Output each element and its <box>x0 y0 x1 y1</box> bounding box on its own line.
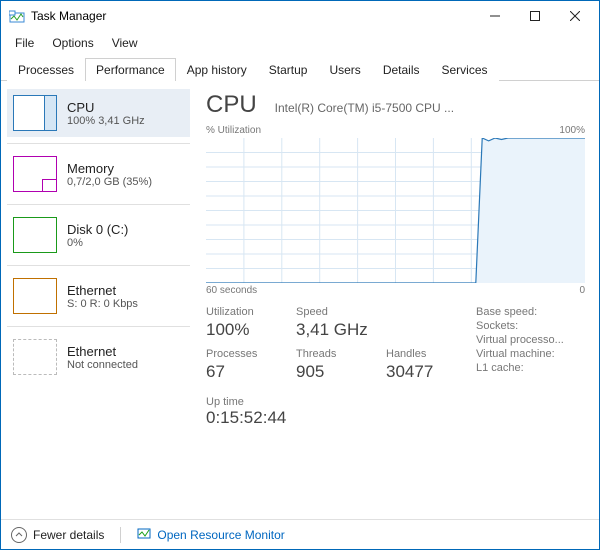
chevron-up-icon <box>11 527 27 543</box>
speed-label: Speed <box>296 306 386 318</box>
threads-label: Threads <box>296 348 386 360</box>
eth2-tile-sub: Not connected <box>67 359 138 371</box>
menu-options[interactable]: Options <box>44 33 101 53</box>
ethernet1-thumb-icon <box>13 278 57 314</box>
chart-label-60s: 60 seconds <box>206 285 257 296</box>
divider <box>7 143 190 144</box>
virtual-proc-label: Virtual processo... <box>476 334 585 346</box>
tab-performance[interactable]: Performance <box>85 58 176 81</box>
cpu-utilization-chart <box>206 138 585 283</box>
fewer-details-label: Fewer details <box>33 528 104 542</box>
sidebar-item-memory[interactable]: Memory 0,7/2,0 GB (35%) <box>7 150 190 198</box>
divider <box>120 527 121 543</box>
chart-top-labels: % Utilization 100% <box>206 125 585 136</box>
monitor-icon <box>137 526 151 543</box>
processes-value: 67 <box>206 362 296 382</box>
eth2-tile-text: Ethernet Not connected <box>67 344 138 371</box>
sidebar-item-ethernet-2[interactable]: Ethernet Not connected <box>7 333 190 381</box>
disk-tile-title: Disk 0 (C:) <box>67 222 128 237</box>
close-button[interactable] <box>555 2 595 30</box>
cpu-thumb-icon <box>13 95 57 131</box>
spacer <box>386 306 476 318</box>
divider <box>7 326 190 327</box>
threads-value: 905 <box>296 362 386 382</box>
chart-label-0: 0 <box>579 285 585 296</box>
menu-file[interactable]: File <box>7 33 42 53</box>
titlebar: Task Manager <box>1 1 599 31</box>
sidebar: CPU 100% 3,41 GHz Memory 0,7/2,0 GB (35%… <box>1 81 196 519</box>
tab-details[interactable]: Details <box>372 58 431 81</box>
main-panel: CPU Intel(R) Core(TM) i5-7500 CPU ... % … <box>196 81 599 519</box>
uptime-label: Up time <box>206 396 585 408</box>
memory-tile-sub: 0,7/2,0 GB (35%) <box>67 176 152 188</box>
menubar: File Options View <box>1 31 599 55</box>
memory-tile-title: Memory <box>67 161 152 176</box>
maximize-button[interactable] <box>515 2 555 30</box>
sidebar-item-ethernet-1[interactable]: Ethernet S: 0 R: 0 Kbps <box>7 272 190 320</box>
eth2-tile-title: Ethernet <box>67 344 138 359</box>
cpu-model: Intel(R) Core(TM) i5-7500 CPU ... <box>275 101 585 115</box>
tabs: Processes Performance App history Startu… <box>1 57 599 81</box>
main-header: CPU Intel(R) Core(TM) i5-7500 CPU ... <box>206 91 585 119</box>
virtual-machine-label: Virtual machine: <box>476 348 585 360</box>
open-resource-monitor-link[interactable]: Open Resource Monitor <box>137 526 284 543</box>
tab-users[interactable]: Users <box>318 58 371 81</box>
uptime-block: Up time 0:15:52:44 <box>206 392 585 428</box>
menu-view[interactable]: View <box>104 33 146 53</box>
sidebar-item-disk[interactable]: Disk 0 (C:) 0% <box>7 211 190 259</box>
base-speed-label: Base speed: <box>476 306 585 318</box>
memory-thumb-icon <box>13 156 57 192</box>
cpu-tile-text: CPU 100% 3,41 GHz <box>67 100 145 127</box>
chart-container: % Utilization 100% 60 seconds 0 <box>206 125 585 296</box>
disk-thumb-icon <box>13 217 57 253</box>
chart-label-100: 100% <box>559 125 585 136</box>
memory-tile-text: Memory 0,7/2,0 GB (35%) <box>67 161 152 188</box>
statusbar: Fewer details Open Resource Monitor <box>1 519 599 549</box>
speed-value: 3,41 GHz <box>296 320 386 340</box>
ethernet2-thumb-icon <box>13 339 57 375</box>
utilization-value: 100% <box>206 320 296 340</box>
disk-tile-sub: 0% <box>67 237 128 249</box>
app-icon <box>9 8 25 24</box>
window-title: Task Manager <box>31 9 475 23</box>
chart-bottom-labels: 60 seconds 0 <box>206 285 585 296</box>
spacer2 <box>386 320 476 340</box>
tab-app-history[interactable]: App history <box>176 58 258 81</box>
open-resource-monitor-label: Open Resource Monitor <box>157 528 284 542</box>
fewer-details-button[interactable]: Fewer details <box>11 527 104 543</box>
stats-right: Base speed: Sockets: Virtual processo...… <box>476 306 585 392</box>
tab-startup[interactable]: Startup <box>258 58 319 81</box>
utilization-label: Utilization <box>206 306 296 318</box>
task-manager-window: Task Manager File Options View Processes… <box>0 0 600 550</box>
handles-value: 30477 <box>386 362 476 382</box>
cpu-tile-sub: 100% 3,41 GHz <box>67 115 145 127</box>
page-title: CPU <box>206 91 257 119</box>
uptime-value: 0:15:52:44 <box>206 408 585 428</box>
stats-grid: Utilization Speed Base speed: Sockets: V… <box>206 306 585 392</box>
minimize-button[interactable] <box>475 2 515 30</box>
processes-label: Processes <box>206 348 296 360</box>
handles-label: Handles <box>386 348 476 360</box>
chart-label-util: % Utilization <box>206 125 261 136</box>
sidebar-item-cpu[interactable]: CPU 100% 3,41 GHz <box>7 89 190 137</box>
eth1-tile-sub: S: 0 R: 0 Kbps <box>67 298 138 310</box>
tab-services[interactable]: Services <box>431 58 499 81</box>
disk-tile-text: Disk 0 (C:) 0% <box>67 222 128 249</box>
eth1-tile-title: Ethernet <box>67 283 138 298</box>
sockets-label: Sockets: <box>476 320 585 332</box>
content-area: CPU 100% 3,41 GHz Memory 0,7/2,0 GB (35%… <box>1 81 599 519</box>
cpu-tile-title: CPU <box>67 100 145 115</box>
divider <box>7 204 190 205</box>
eth1-tile-text: Ethernet S: 0 R: 0 Kbps <box>67 283 138 310</box>
divider <box>7 265 190 266</box>
tab-processes[interactable]: Processes <box>7 58 85 81</box>
l1-cache-label: L1 cache: <box>476 362 585 374</box>
